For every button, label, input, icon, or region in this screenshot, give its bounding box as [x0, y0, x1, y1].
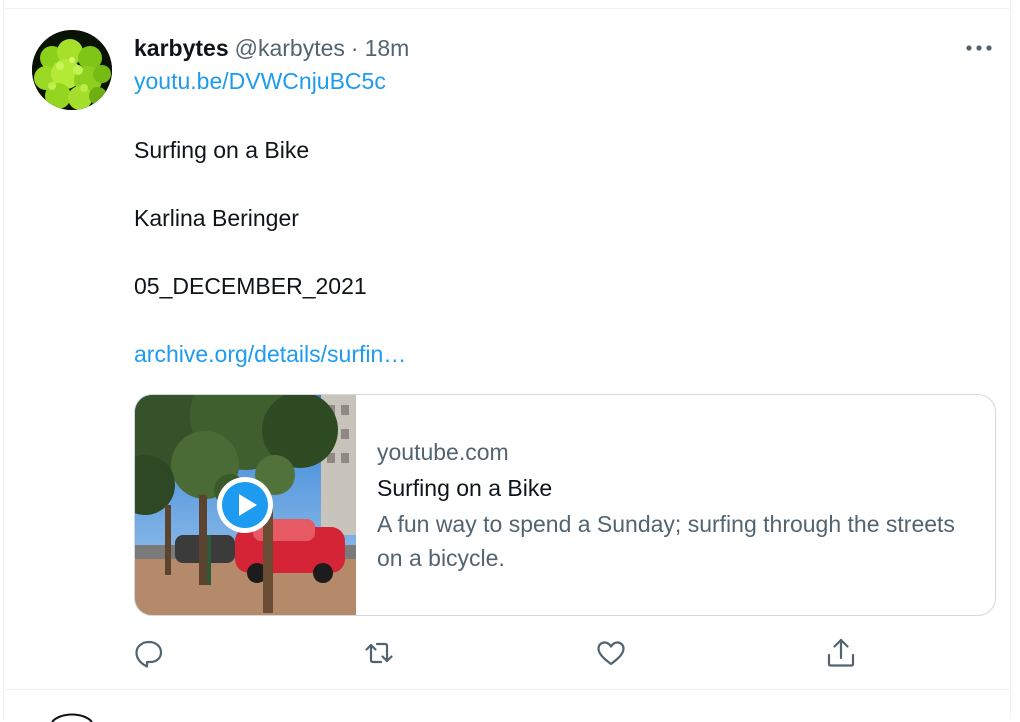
separator: ·: [350, 34, 359, 61]
retweet-icon[interactable]: [362, 636, 396, 670]
archive-link[interactable]: archive.org/details/surfin…: [134, 341, 406, 368]
bottom-divider: [3, 689, 1011, 690]
timeline-left-border: [3, 0, 4, 719]
author-handle[interactable]: @karbytes: [235, 35, 345, 62]
more-horizontal-icon[interactable]: [964, 38, 994, 58]
like-icon[interactable]: [594, 636, 628, 670]
card-domain: youtube.com: [377, 439, 509, 465]
avatar[interactable]: [32, 30, 112, 110]
share-icon[interactable]: [824, 636, 858, 670]
avatar-image: [32, 30, 112, 110]
video-thumbnail[interactable]: [135, 395, 356, 615]
top-divider: [3, 8, 1011, 9]
card-title: Surfing on a Bike: [377, 475, 553, 501]
tweet-actions: [0, 636, 1020, 672]
card-description: A fun way to spend a Sunday; surfing thr…: [377, 511, 955, 571]
tweet-line-title: Surfing on a Bike: [134, 137, 310, 163]
card-text: youtube.com Surfing on a Bike A fun way …: [377, 435, 955, 575]
timestamp[interactable]: 18m: [365, 35, 410, 62]
next-tweet-avatar-edge: [51, 713, 93, 722]
tweet-line-author: Karlina Beringer: [134, 205, 299, 231]
tweet-header: karbytes @karbytes · 18m: [134, 33, 409, 63]
author-name[interactable]: karbytes: [134, 35, 229, 62]
link-preview-card[interactable]: youtube.com Surfing on a Bike A fun way …: [134, 394, 996, 616]
timeline-right-border: [1010, 0, 1011, 719]
play-icon[interactable]: [215, 475, 275, 535]
tweet-line-date: 05_DECEMBER_2021: [134, 273, 367, 299]
reply-icon[interactable]: [132, 636, 166, 670]
youtube-link[interactable]: youtu.be/DVWCnjuBC5c: [134, 68, 386, 95]
